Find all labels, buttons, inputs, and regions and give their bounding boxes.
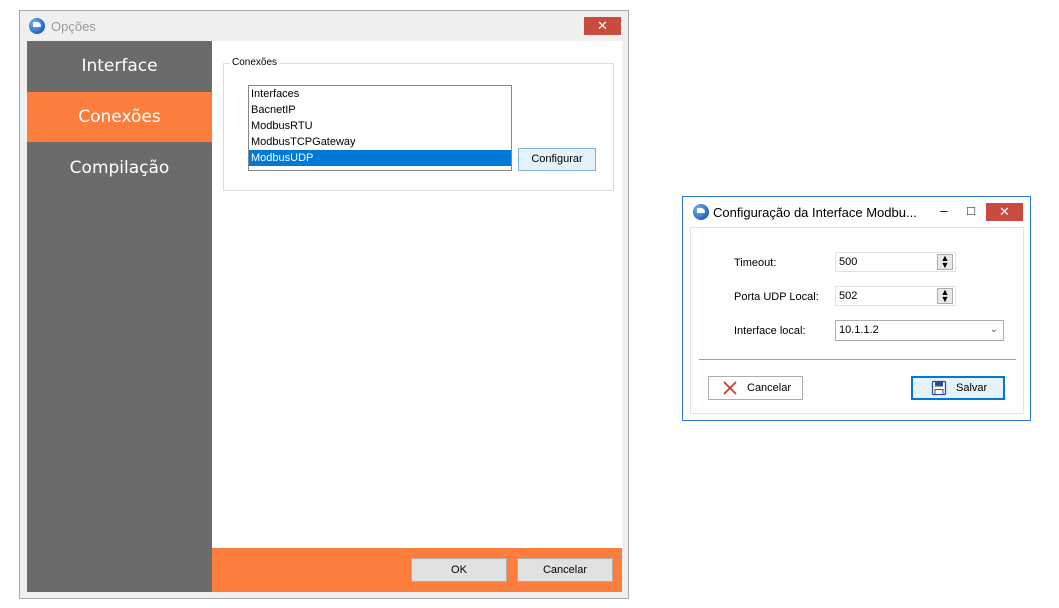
maximize-icon: □ [967, 203, 975, 218]
divider [699, 359, 1016, 360]
dialog-cancel-label: Cancelar [747, 382, 792, 394]
dialog-title: Configuração da Interface Modbu... [713, 205, 917, 220]
ok-button[interactable]: OK [411, 558, 507, 582]
timeout-value: 500 [839, 256, 858, 268]
connections-groupbox: Conexões Interfaces BacnetIP ModbusRTU M… [223, 57, 614, 191]
spin-arrows-icon[interactable]: ▲ ▼ [937, 288, 953, 304]
nav-item-compilacao[interactable]: Compilação [27, 143, 212, 193]
list-item[interactable]: Interfaces [249, 86, 511, 102]
chevron-down-icon: ⌄ [989, 324, 998, 335]
close-icon: ✕ [999, 204, 1010, 219]
port-stepper[interactable]: 502 ▲ ▼ [835, 286, 956, 306]
list-item-selected[interactable]: ModbusUDP [249, 150, 511, 166]
configure-button[interactable]: Configurar [518, 148, 596, 171]
dialog-cancel-button[interactable]: Cancelar [708, 376, 803, 400]
app-logo-icon [693, 204, 709, 220]
title-bar[interactable]: Opções ✕ [20, 11, 628, 41]
connections-listbox[interactable]: Interfaces BacnetIP ModbusRTU ModbusTCPG… [248, 85, 512, 171]
interface-label: Interface local: [734, 325, 806, 337]
modbus-config-dialog: Configuração da Interface Modbu... – □ ✕… [682, 196, 1031, 421]
nav-item-conexoes[interactable]: Conexões [27, 92, 212, 142]
save-label: Salvar [956, 382, 988, 394]
list-item[interactable]: BacnetIP [249, 102, 511, 118]
footer-bar: OK Cancelar [212, 548, 622, 592]
list-item[interactable]: ModbusTCPGateway [249, 134, 511, 150]
interface-select[interactable]: 10.1.1.2 ⌄ [835, 320, 1004, 341]
list-item[interactable]: ModbusRTU [249, 118, 511, 134]
cancel-button[interactable]: Cancelar [517, 558, 613, 582]
nav-item-interface[interactable]: Interface [27, 41, 212, 91]
window-title: Opções [51, 19, 96, 34]
minimize-icon: – [940, 203, 948, 218]
close-icon: ✕ [597, 18, 608, 33]
maximize-button[interactable]: □ [961, 201, 981, 221]
window-client: Interface Conexões Compilação Conexões I… [27, 41, 622, 592]
spin-arrows-icon[interactable]: ▲ ▼ [937, 254, 953, 270]
port-value: 502 [839, 290, 858, 302]
save-disk-icon [931, 380, 947, 396]
timeout-stepper[interactable]: 500 ▲ ▼ [835, 252, 956, 272]
cancel-x-icon [723, 381, 737, 395]
minimize-button[interactable]: – [934, 201, 954, 221]
port-label: Porta UDP Local: [734, 291, 819, 303]
save-button[interactable]: Salvar [911, 376, 1005, 400]
groupbox-title: Conexões [230, 57, 280, 68]
dialog-client: Timeout: 500 ▲ ▼ Porta UDP Local: 502 ▲ ▼ … [690, 227, 1024, 414]
app-logo-icon [29, 18, 45, 34]
timeout-label: Timeout: [734, 257, 777, 269]
options-window: Opções ✕ Interface Conexões Compilação C… [19, 10, 629, 599]
interface-value: 10.1.1.2 [839, 324, 879, 336]
sidebar-nav: Interface Conexões Compilação [27, 41, 212, 592]
close-button[interactable]: ✕ [584, 17, 621, 35]
content-panel: Conexões Interfaces BacnetIP ModbusRTU M… [212, 41, 622, 548]
close-button[interactable]: ✕ [986, 203, 1023, 221]
